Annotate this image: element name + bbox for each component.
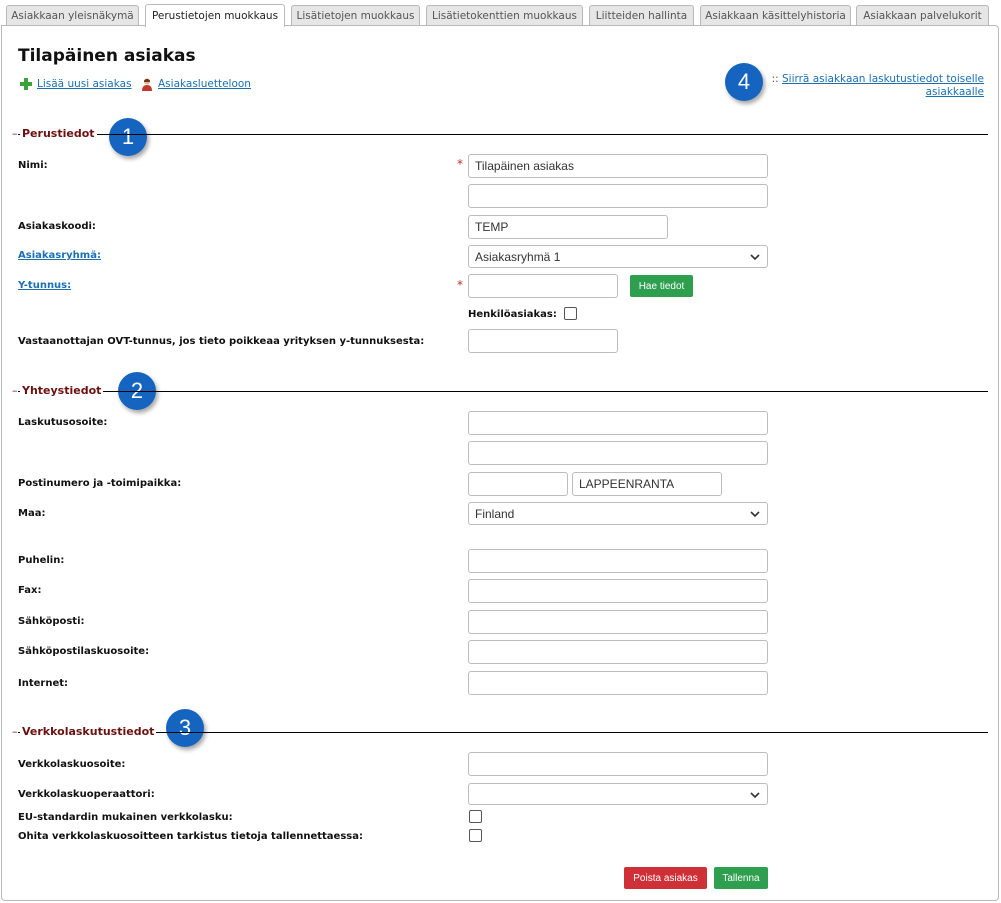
plus-icon — [20, 78, 32, 90]
section-einvoice: – Verkkolaskutustiedot — [12, 725, 988, 739]
person-customer-label: Henkilöasiakas: — [468, 309, 557, 320]
fax-label: Fax: — [18, 585, 42, 596]
tab-bar: Asiakkaan yleisnäkymä Perustietojen muok… — [0, 0, 1001, 27]
email-input[interactable] — [468, 610, 768, 634]
einvoice-address-input[interactable] — [468, 752, 768, 776]
internet-label: Internet: — [18, 678, 69, 689]
postal-label: Postinumero ja -toimipaikka: — [18, 478, 182, 489]
skip-check-checkbox[interactable] — [469, 829, 482, 842]
section-divider — [12, 732, 988, 733]
tab-basic-edit[interactable]: Perustietojen muokkaus — [145, 4, 285, 27]
ytunnus-label[interactable]: Y-tunnus: — [18, 280, 71, 291]
customer-code-input[interactable]: TEMP — [468, 215, 668, 239]
customer-code-label: Asiakaskoodi: — [18, 221, 96, 232]
save-button[interactable]: Tallenna — [714, 867, 768, 889]
billing-address-label: Laskutusosoite: — [18, 417, 108, 428]
country-value: Finland — [475, 506, 515, 521]
customer-group-label[interactable]: Asiakasryhmä: — [18, 250, 101, 261]
email-label: Sähköposti: — [18, 616, 85, 627]
internet-input[interactable] — [468, 671, 768, 695]
section-einvoice-title: Verkkolaskutustiedot — [20, 725, 157, 738]
postal-code-input[interactable] — [468, 472, 568, 496]
section-contact-title: Yhteystiedot — [20, 384, 104, 397]
einvoice-operator-select[interactable] — [468, 783, 768, 805]
section-contact: – Yhteystiedot — [12, 384, 988, 398]
fax-input[interactable] — [468, 579, 768, 603]
skip-check-label: Ohita verkkolaskuosoitteen tarkistus tie… — [18, 831, 363, 842]
country-select[interactable]: Finland — [468, 502, 768, 525]
email-invoice-label: Sähköpostilaskuosoite: — [18, 646, 150, 657]
user-icon — [142, 78, 152, 91]
einvoice-operator-label: Verkkolaskuoperaattori: — [18, 789, 155, 800]
move-billing-label: Siirrä asiakkaan laskutustiedot toiselle… — [781, 73, 984, 98]
phone-label: Puhelin: — [18, 555, 65, 566]
required-marker: * — [457, 157, 463, 171]
section-basic-title: Perustiedot — [20, 127, 97, 140]
chevron-down-icon — [750, 792, 760, 799]
phone-input[interactable] — [468, 549, 768, 573]
customer-group-value: Asiakasryhmä 1 — [475, 249, 561, 264]
add-customer-label: Lisää uusi asiakas — [37, 78, 132, 90]
billing-address-input[interactable] — [468, 411, 768, 435]
section-divider — [12, 391, 988, 392]
required-marker: * — [457, 278, 463, 292]
billing-address2-input[interactable] — [468, 441, 768, 465]
name-input[interactable]: Tilapäinen asiakas — [468, 154, 768, 178]
country-label: Maa: — [18, 508, 46, 519]
section-divider — [12, 134, 988, 135]
add-customer-link[interactable]: Lisää uusi asiakas — [19, 77, 132, 91]
delete-customer-button[interactable]: Poista asiakas — [624, 867, 707, 889]
person-customer-checkbox[interactable] — [564, 307, 577, 320]
ovt-label: Vastaanottajan OVT-tunnus, jos tieto poi… — [18, 336, 425, 347]
customer-list-link[interactable]: Asiakasluetteloon — [140, 77, 251, 91]
section-dash: – — [12, 384, 18, 397]
tab-extra-fields-edit[interactable]: Lisätietokenttien muokkaus — [426, 5, 583, 26]
ytunnus-input[interactable] — [468, 274, 618, 298]
tab-history[interactable]: Asiakkaan käsittelyhistoria — [700, 5, 851, 26]
einvoice-address-label: Verkkolaskuosoite: — [18, 759, 126, 770]
chevron-down-icon — [750, 511, 760, 518]
email-invoice-input[interactable] — [468, 640, 768, 664]
tab-extra-edit[interactable]: Lisätietojen muokkaus — [291, 5, 420, 26]
customer-list-label: Asiakasluetteloon — [158, 78, 251, 90]
link-separator: :: — [771, 73, 779, 85]
fetch-info-button[interactable]: Hae tiedot — [630, 275, 693, 297]
section-dash: – — [12, 127, 18, 140]
step-badge-4: 4 — [725, 63, 763, 101]
section-dash: – — [12, 725, 18, 738]
ovt-input[interactable] — [468, 329, 618, 353]
eu-standard-checkbox[interactable] — [469, 810, 482, 823]
customer-group-select[interactable]: Asiakasryhmä 1 — [468, 245, 768, 268]
section-basic: – Perustiedot — [12, 127, 988, 141]
tab-attachments[interactable]: Liitteiden hallinta — [589, 5, 694, 26]
tab-overview[interactable]: Asiakkaan yleisnäkymä — [6, 5, 139, 26]
name2-input[interactable] — [468, 184, 768, 208]
city-input[interactable]: LAPPEENRANTA — [572, 472, 722, 496]
chevron-down-icon — [750, 254, 760, 261]
move-billing-link[interactable]: :: Siirrä asiakkaan laskutustiedot toise… — [754, 73, 984, 99]
name-label: Nimi: — [18, 160, 48, 171]
page-title: Tilapäinen asiakas — [18, 46, 196, 66]
tab-service-baskets[interactable]: Asiakkaan palvelukorit — [856, 5, 989, 26]
eu-standard-label: EU-standardin mukainen verkkolasku: — [18, 812, 233, 823]
